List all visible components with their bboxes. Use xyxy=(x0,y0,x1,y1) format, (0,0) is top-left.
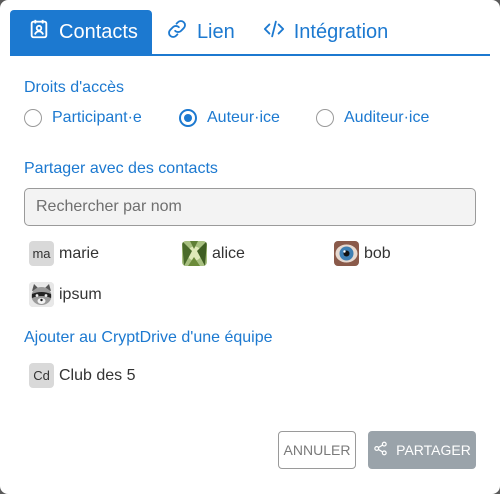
radio-participant-label: Participant·e xyxy=(52,109,142,126)
share-button[interactable]: PARTAGER xyxy=(368,431,476,469)
tab-link-label: Lien xyxy=(196,20,235,43)
radio-participant[interactable]: Participant·e xyxy=(24,109,142,127)
search-input[interactable] xyxy=(24,188,476,226)
avatar: ma xyxy=(29,241,54,266)
access-rights-title: Droits d'accès xyxy=(24,79,124,96)
contact-name: ipsum xyxy=(59,285,102,303)
share-icon xyxy=(373,441,388,459)
contact-name: alice xyxy=(212,244,245,262)
tab-embed[interactable]: Intégration xyxy=(249,10,403,54)
tab-contacts[interactable]: Contacts xyxy=(10,10,152,54)
radio-circle[interactable] xyxy=(179,109,197,127)
radio-circle[interactable] xyxy=(316,109,334,127)
share-button-label: PARTAGER xyxy=(396,442,471,458)
radio-auditor[interactable]: Auditeur·ice xyxy=(316,109,429,127)
contacts-icon xyxy=(28,18,50,46)
avatar: Cd xyxy=(29,363,54,388)
cancel-button[interactable]: ANNULER xyxy=(278,431,356,469)
tab-contacts-label: Contacts xyxy=(59,20,138,43)
share-contacts-title: Partager avec des contacts xyxy=(24,160,218,177)
contact-name: marie xyxy=(59,244,100,262)
contact-ipsum[interactable]: ipsum xyxy=(29,282,102,307)
team-club-des-5[interactable]: Cd Club des 5 xyxy=(29,363,136,388)
share-modal: Contacts Lien Intégration Droits d'accès… xyxy=(0,0,500,494)
contact-name: bob xyxy=(364,244,391,262)
access-rights-options: Participant·e Auteur·ice Auditeur·ice xyxy=(24,109,490,131)
team-name: Club des 5 xyxy=(59,366,136,384)
eye-avatar-icon xyxy=(334,241,359,266)
contact-alice[interactable]: alice xyxy=(182,241,245,266)
radio-author[interactable]: Auteur·ice xyxy=(179,109,280,127)
radio-auditor-label: Auditeur·ice xyxy=(344,109,430,126)
tab-link[interactable]: Lien xyxy=(152,10,249,54)
tab-bar: Contacts Lien Intégration xyxy=(10,10,490,56)
contact-marie[interactable]: ma marie xyxy=(29,241,99,266)
code-icon xyxy=(263,18,285,46)
tab-embed-label: Intégration xyxy=(293,20,389,43)
team-drive-title: Ajouter au CryptDrive d'une équipe xyxy=(24,329,273,346)
forest-avatar-icon xyxy=(182,241,207,266)
link-icon xyxy=(166,18,188,46)
radio-author-label: Auteur·ice xyxy=(207,109,280,126)
contact-bob[interactable]: bob xyxy=(334,241,391,266)
raccoon-avatar-icon xyxy=(29,282,54,307)
radio-circle[interactable] xyxy=(24,109,42,127)
